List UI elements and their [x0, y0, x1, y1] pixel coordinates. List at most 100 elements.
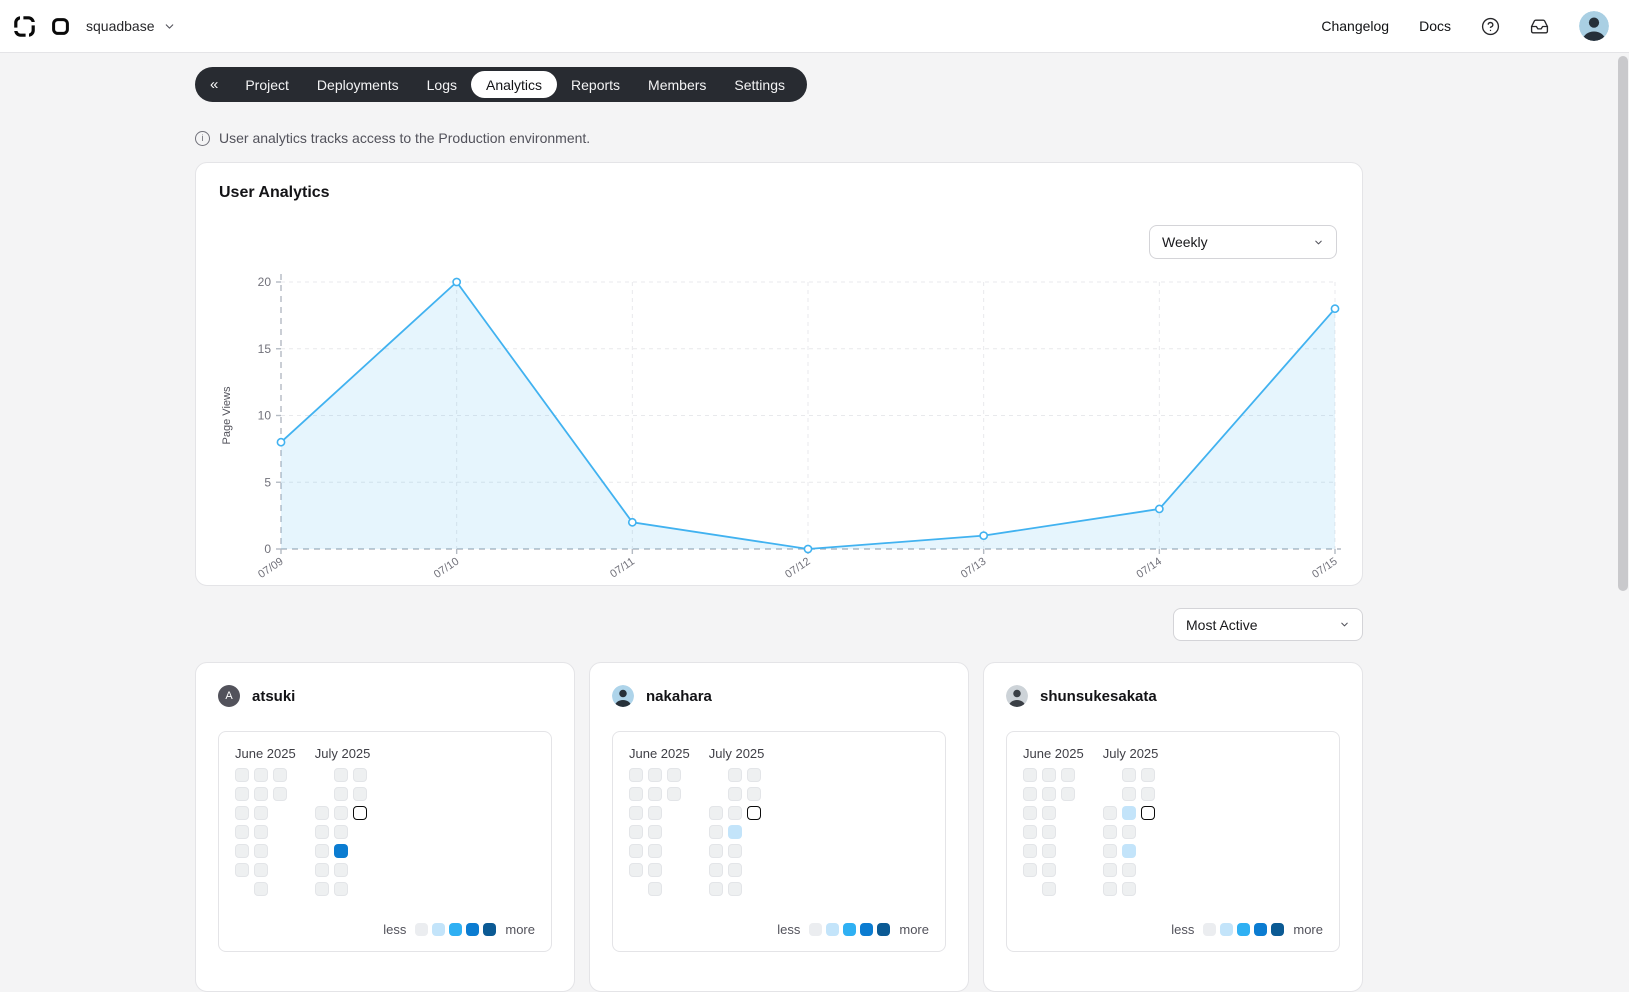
- heatmap-day-cell[interactable]: [629, 863, 643, 877]
- heatmap-day-cell[interactable]: [334, 806, 348, 820]
- heatmap-day-cell[interactable]: [1061, 787, 1075, 801]
- collapse-sidebar-icon[interactable]: «: [197, 76, 231, 93]
- heatmap-day-cell[interactable]: [1061, 768, 1075, 782]
- heatmap-day-cell[interactable]: [1103, 882, 1117, 896]
- heatmap-day-cell[interactable]: [1141, 768, 1155, 782]
- heatmap-day-cell[interactable]: [629, 825, 643, 839]
- heatmap-day-cell[interactable]: [1042, 768, 1056, 782]
- heatmap-day-cell[interactable]: [235, 825, 249, 839]
- data-point-marker[interactable]: [453, 278, 460, 285]
- heatmap-day-cell[interactable]: [709, 863, 723, 877]
- heatmap-day-cell[interactable]: [235, 768, 249, 782]
- heatmap-day-cell[interactable]: [1023, 787, 1037, 801]
- heatmap-day-cell[interactable]: [728, 768, 742, 782]
- heatmap-day-cell[interactable]: [315, 806, 329, 820]
- nav-tab-reports[interactable]: Reports: [557, 67, 634, 102]
- heatmap-day-cell[interactable]: [334, 787, 348, 801]
- data-point-marker[interactable]: [1156, 505, 1163, 512]
- heatmap-day-cell[interactable]: [1122, 882, 1136, 896]
- heatmap-day-cell[interactable]: [1122, 825, 1136, 839]
- heatmap-day-cell[interactable]: [254, 863, 268, 877]
- heatmap-day-cell[interactable]: [273, 768, 287, 782]
- sort-select[interactable]: Most Active: [1173, 608, 1363, 641]
- heatmap-day-cell[interactable]: [273, 787, 287, 801]
- data-point-marker[interactable]: [629, 519, 636, 526]
- heatmap-day-cell[interactable]: [1023, 768, 1037, 782]
- heatmap-day-cell[interactable]: [1042, 806, 1056, 820]
- heatmap-day-cell[interactable]: [709, 882, 723, 896]
- heatmap-today-cell[interactable]: [1141, 806, 1155, 820]
- heatmap-day-cell[interactable]: [709, 806, 723, 820]
- heatmap-day-cell[interactable]: [334, 825, 348, 839]
- heatmap-day-cell[interactable]: [334, 863, 348, 877]
- nav-tab-members[interactable]: Members: [634, 67, 720, 102]
- heatmap-day-cell[interactable]: [1103, 863, 1117, 877]
- heatmap-day-cell[interactable]: [315, 825, 329, 839]
- data-point-marker[interactable]: [1331, 305, 1338, 312]
- help-icon[interactable]: [1481, 17, 1500, 36]
- inbox-icon[interactable]: [1530, 17, 1549, 36]
- heatmap-day-cell[interactable]: [1122, 844, 1136, 858]
- heatmap-day-cell[interactable]: [254, 844, 268, 858]
- heatmap-day-cell[interactable]: [728, 825, 742, 839]
- heatmap-day-cell[interactable]: [728, 844, 742, 858]
- heatmap-day-cell[interactable]: [235, 844, 249, 858]
- heatmap-day-cell[interactable]: [728, 882, 742, 896]
- changelog-link[interactable]: Changelog: [1321, 18, 1389, 34]
- nav-tab-analytics[interactable]: Analytics: [471, 71, 557, 98]
- heatmap-day-cell[interactable]: [648, 806, 662, 820]
- heatmap-day-cell[interactable]: [648, 844, 662, 858]
- heatmap-day-cell[interactable]: [728, 787, 742, 801]
- heatmap-day-cell[interactable]: [1042, 825, 1056, 839]
- heatmap-day-cell[interactable]: [648, 787, 662, 801]
- heatmap-day-cell[interactable]: [254, 882, 268, 896]
- heatmap-day-cell[interactable]: [334, 882, 348, 896]
- data-point-marker[interactable]: [980, 532, 987, 539]
- heatmap-day-cell[interactable]: [1122, 806, 1136, 820]
- heatmap-day-cell[interactable]: [1023, 844, 1037, 858]
- page-views-chart[interactable]: 0510152007/0907/1007/1107/1207/1307/1407…: [196, 263, 1364, 592]
- heatmap-day-cell[interactable]: [1122, 768, 1136, 782]
- heatmap-day-cell[interactable]: [1141, 787, 1155, 801]
- heatmap-day-cell[interactable]: [1103, 844, 1117, 858]
- data-point-marker[interactable]: [804, 545, 811, 552]
- squadbase-logo-icon[interactable]: [14, 16, 35, 37]
- heatmap-day-cell[interactable]: [315, 863, 329, 877]
- heatmap-day-cell[interactable]: [629, 844, 643, 858]
- heatmap-day-cell[interactable]: [728, 863, 742, 877]
- heatmap-day-cell[interactable]: [648, 825, 662, 839]
- heatmap-day-cell[interactable]: [1103, 806, 1117, 820]
- heatmap-day-cell[interactable]: [629, 787, 643, 801]
- heatmap-day-cell[interactable]: [629, 806, 643, 820]
- heatmap-day-cell[interactable]: [648, 768, 662, 782]
- heatmap-day-cell[interactable]: [709, 825, 723, 839]
- heatmap-day-cell[interactable]: [728, 806, 742, 820]
- heatmap-day-cell[interactable]: [254, 825, 268, 839]
- heatmap-day-cell[interactable]: [254, 787, 268, 801]
- heatmap-day-cell[interactable]: [334, 844, 348, 858]
- heatmap-today-cell[interactable]: [747, 806, 761, 820]
- heatmap-day-cell[interactable]: [1042, 882, 1056, 896]
- nav-tab-settings[interactable]: Settings: [720, 67, 799, 102]
- heatmap-day-cell[interactable]: [1023, 825, 1037, 839]
- heatmap-day-cell[interactable]: [254, 806, 268, 820]
- heatmap-day-cell[interactable]: [334, 768, 348, 782]
- heatmap-day-cell[interactable]: [709, 844, 723, 858]
- heatmap-day-cell[interactable]: [1042, 787, 1056, 801]
- heatmap-day-cell[interactable]: [1023, 806, 1037, 820]
- heatmap-day-cell[interactable]: [235, 787, 249, 801]
- heatmap-day-cell[interactable]: [315, 844, 329, 858]
- heatmap-day-cell[interactable]: [1023, 863, 1037, 877]
- user-avatar[interactable]: [1579, 11, 1609, 41]
- data-point-marker[interactable]: [277, 439, 284, 446]
- nav-tab-deployments[interactable]: Deployments: [303, 67, 413, 102]
- heatmap-day-cell[interactable]: [1122, 863, 1136, 877]
- heatmap-day-cell[interactable]: [1042, 863, 1056, 877]
- period-select[interactable]: Weekly: [1149, 225, 1337, 259]
- heatmap-day-cell[interactable]: [1122, 787, 1136, 801]
- heatmap-day-cell[interactable]: [747, 768, 761, 782]
- heatmap-day-cell[interactable]: [747, 787, 761, 801]
- workspace-logo-icon[interactable]: [52, 18, 69, 35]
- heatmap-day-cell[interactable]: [353, 768, 367, 782]
- heatmap-day-cell[interactable]: [667, 768, 681, 782]
